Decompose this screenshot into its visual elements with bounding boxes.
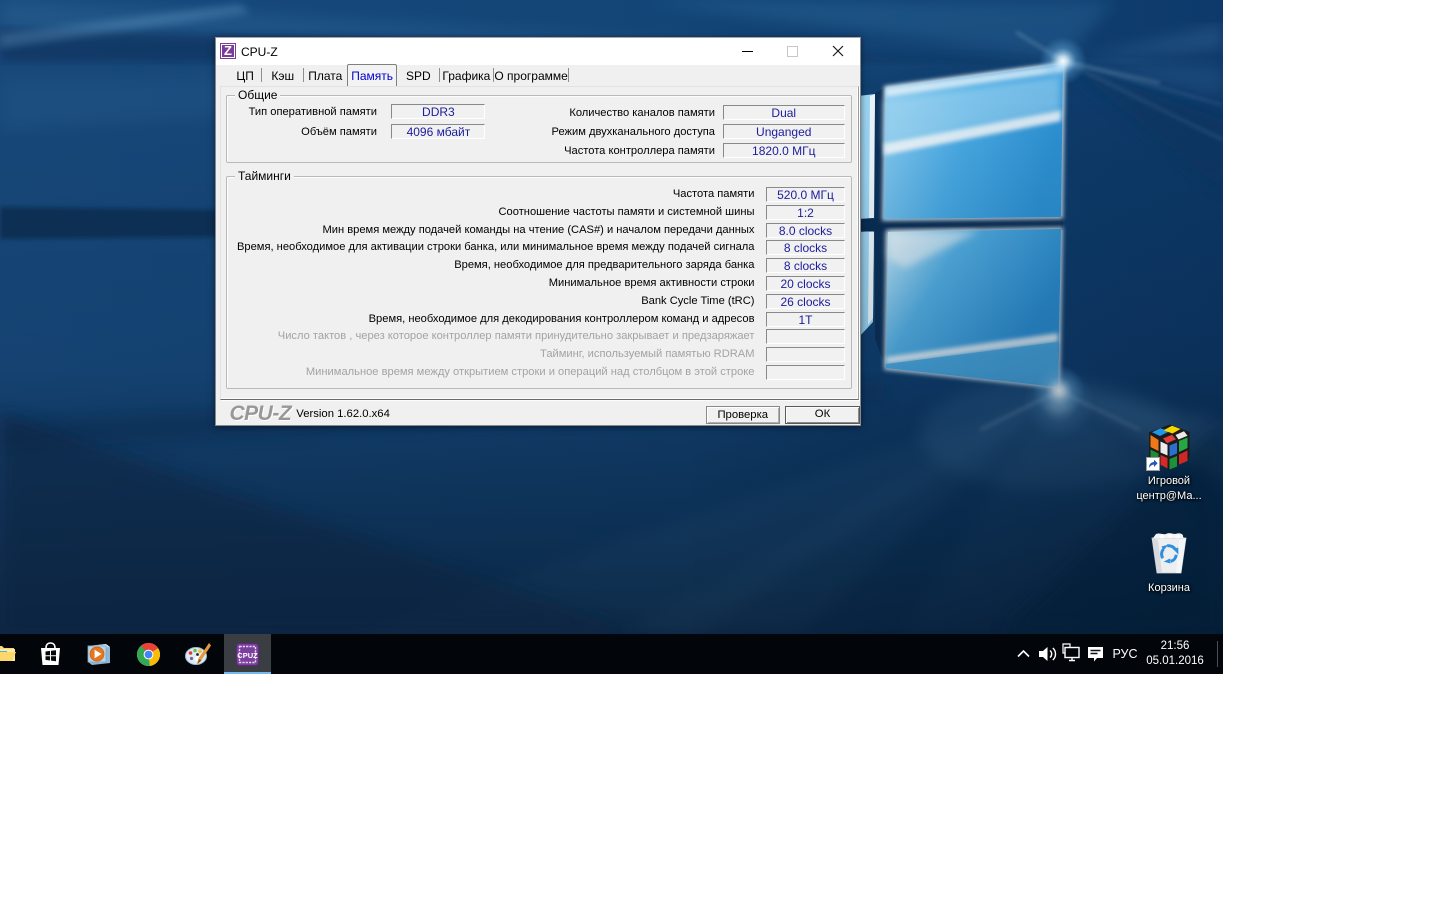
svg-text:CPUZ: CPUZ xyxy=(237,651,258,660)
